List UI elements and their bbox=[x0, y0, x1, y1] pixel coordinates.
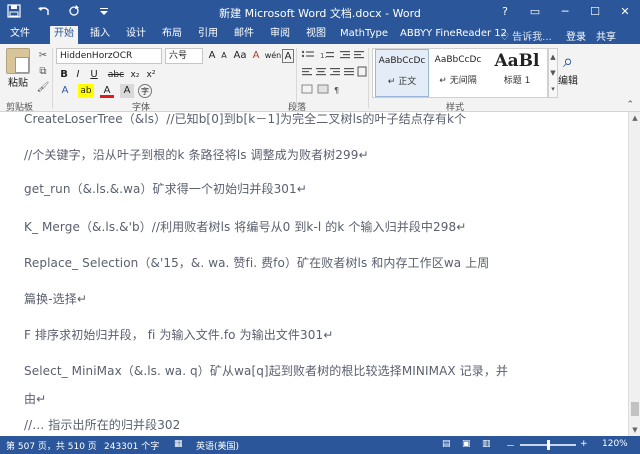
italic-button[interactable]: I bbox=[72, 68, 84, 82]
paste-label: 粘贴 bbox=[8, 78, 28, 89]
paragraph-group: 1. ¶ bbox=[300, 48, 368, 98]
copy-icon[interactable]: ⧉ bbox=[36, 66, 50, 78]
tab-home[interactable]: 开始 bbox=[50, 26, 78, 44]
tab-references[interactable]: 引用 bbox=[194, 26, 222, 44]
window-controls: ? ▭ ─ ☐ ✕ bbox=[490, 0, 640, 24]
zoom-in-button[interactable]: + bbox=[580, 439, 588, 449]
print-layout-icon[interactable]: ▣ bbox=[462, 439, 471, 449]
font-size-box[interactable]: 六号 bbox=[165, 48, 203, 64]
paste-button[interactable]: 粘贴 bbox=[4, 48, 32, 89]
style-name: 标题 1 bbox=[503, 76, 531, 86]
style-preview: AaBbCcDc bbox=[434, 55, 482, 65]
document-area: CreateLoserTree（&ls）//已知b[0]到b[k－1]为完全二叉… bbox=[0, 112, 640, 436]
text-effects-button[interactable]: A bbox=[58, 84, 72, 98]
vertical-scrollbar[interactable]: ▲ ▼ bbox=[628, 112, 640, 436]
ribbon-tabs: 文件 开始 插入 设计 布局 引用 邮件 审阅 视图 MathType ABBY… bbox=[0, 24, 640, 44]
read-mode-icon[interactable]: ▤ bbox=[442, 439, 451, 449]
font-color-button[interactable]: A bbox=[100, 84, 114, 98]
zoom-out-button[interactable]: － bbox=[506, 439, 515, 452]
cut-icon[interactable]: ✂ bbox=[36, 50, 50, 62]
change-case-button[interactable]: Aa bbox=[232, 49, 248, 63]
svg-text:1.: 1. bbox=[320, 52, 327, 60]
enclose-characters-button[interactable]: 字 bbox=[138, 84, 152, 98]
font-name-box[interactable]: HiddenHorzOCR bbox=[56, 48, 162, 64]
shrink-font-button[interactable]: A bbox=[218, 49, 230, 63]
tab-abbyy[interactable]: ABBYY FineReader 12 bbox=[396, 26, 511, 44]
proofing-icon[interactable]: ▦ bbox=[174, 439, 183, 449]
character-border-button[interactable]: A bbox=[282, 49, 294, 63]
underline-button[interactable]: U bbox=[86, 68, 102, 82]
document-line: K_ Merge（&.ls.&'b）//利用败者树ls 将编号从0 到k-l 的… bbox=[24, 220, 467, 234]
word-count[interactable]: 243301 个字 bbox=[104, 439, 159, 452]
editing-label: 编辑 bbox=[558, 76, 578, 87]
superscript-button[interactable]: x² bbox=[144, 68, 158, 82]
share-button[interactable]: 共享 bbox=[596, 28, 616, 43]
document-line: CreateLoserTree（&ls）//已知b[0]到b[k－1]为完全二叉… bbox=[24, 112, 467, 126]
tab-layout[interactable]: 布局 bbox=[158, 26, 186, 44]
tab-design[interactable]: 设计 bbox=[122, 26, 150, 44]
style-normal[interactable]: AaBbCcDc ↵ 正文 bbox=[375, 49, 429, 97]
login-link[interactable]: 登录 bbox=[566, 28, 586, 43]
highlight-button[interactable]: ab bbox=[78, 84, 94, 98]
close-button[interactable]: ✕ bbox=[610, 0, 640, 24]
document-line: Select_ MiniMax（&.ls. wa. q）矿从wa[q]起到败者树… bbox=[24, 364, 509, 378]
collapse-ribbon-icon[interactable]: ⌃ bbox=[626, 100, 634, 110]
tab-insert[interactable]: 插入 bbox=[86, 26, 114, 44]
document-line: //… 指示出所在的归并段302 bbox=[24, 418, 181, 432]
editing-button[interactable]: ⌕ 编辑 bbox=[556, 51, 580, 88]
style-preview: AaBl bbox=[494, 51, 540, 71]
styles-gallery: AaBbCcDc ↵ 正文 AaBbCcDc ↵ 无间隔 AaBl 标题 1 bbox=[372, 48, 548, 98]
document-line: Replace_ Selection（&'15，&. wa. 赞fi. 费fo）… bbox=[24, 256, 490, 270]
style-heading-1[interactable]: AaBl 标题 1 bbox=[487, 49, 547, 97]
minimize-button[interactable]: ─ bbox=[550, 0, 580, 24]
document-page[interactable]: CreateLoserTree（&ls）//已知b[0]到b[k－1]为完全二叉… bbox=[0, 112, 628, 436]
grow-font-button[interactable]: A bbox=[206, 49, 218, 63]
phonetic-guide-button[interactable]: wén bbox=[264, 49, 282, 63]
document-line: 由↵ bbox=[24, 392, 47, 406]
tell-me-search[interactable]: ♡ 告诉我... bbox=[500, 28, 552, 43]
group-separator bbox=[52, 48, 53, 108]
paragraph-tools-icon[interactable]: 1. ¶ bbox=[300, 48, 368, 98]
help-button[interactable]: ? bbox=[490, 0, 520, 24]
scrollbar-thumb[interactable] bbox=[631, 402, 639, 416]
document-line: 篇换-选择↵ bbox=[24, 292, 87, 306]
tab-file[interactable]: 文件 bbox=[6, 26, 34, 44]
scroll-up-icon[interactable]: ▲ bbox=[629, 112, 640, 124]
group-separator bbox=[368, 48, 369, 108]
tab-mailings[interactable]: 邮件 bbox=[230, 26, 258, 44]
document-line: F 排序求初始归并段， fi 为输入文件.fo 为输出文件301↵ bbox=[24, 328, 334, 342]
ribbon-home: 粘贴 ✂ ⧉ 🖌 剪贴板 HiddenHorzOCR 六号 A A Aa A w… bbox=[0, 44, 640, 113]
zoom-slider-knob[interactable] bbox=[546, 440, 550, 450]
search-icon: ⌕ bbox=[562, 51, 574, 72]
tab-view[interactable]: 视图 bbox=[302, 26, 330, 44]
character-shading-button[interactable]: A bbox=[120, 84, 134, 98]
scroll-down-icon[interactable]: ▼ bbox=[629, 424, 640, 436]
ribbon-display-options-button[interactable]: ▭ bbox=[520, 0, 550, 24]
paste-icon bbox=[6, 48, 30, 74]
document-line: //个关键字，沿从叶子到根的k 条路径将ls 调整成为败者树299↵ bbox=[24, 148, 369, 162]
strikethrough-button[interactable]: abc bbox=[106, 68, 126, 82]
style-name: ↵ 无间隔 bbox=[439, 76, 477, 86]
status-bar: 第 507 页，共 510 页 243301 个字 ▦ 英语(美国) ▤ ▣ ▥… bbox=[0, 436, 640, 454]
style-name: ↵ 正文 bbox=[387, 77, 417, 87]
bold-button[interactable]: B bbox=[58, 68, 70, 82]
clear-formatting-button[interactable]: A bbox=[250, 49, 262, 63]
maximize-button[interactable]: ☐ bbox=[580, 0, 610, 24]
style-no-spacing[interactable]: AaBbCcDc ↵ 无间隔 bbox=[431, 49, 485, 97]
document-line: get_run（&.ls.&.wa）矿求得一个初始归并段301↵ bbox=[24, 182, 307, 196]
group-separator bbox=[296, 48, 297, 108]
zoom-level[interactable]: 120% bbox=[602, 439, 628, 449]
title-bar: 新建 Microsoft Word 文档.docx - Word ? ▭ ─ ☐… bbox=[0, 0, 640, 24]
tab-review[interactable]: 审阅 bbox=[266, 26, 294, 44]
subscript-button[interactable]: x₂ bbox=[128, 68, 142, 82]
tab-mathtype[interactable]: MathType bbox=[336, 26, 392, 44]
svg-text:¶: ¶ bbox=[334, 86, 339, 95]
format-painter-icon[interactable]: 🖌 bbox=[36, 82, 50, 94]
language-indicator[interactable]: 英语(美国) bbox=[196, 439, 239, 452]
web-layout-icon[interactable]: ▥ bbox=[482, 439, 491, 449]
page-count[interactable]: 第 507 页，共 510 页 bbox=[6, 439, 97, 452]
style-preview: AaBbCcDc bbox=[378, 56, 426, 66]
